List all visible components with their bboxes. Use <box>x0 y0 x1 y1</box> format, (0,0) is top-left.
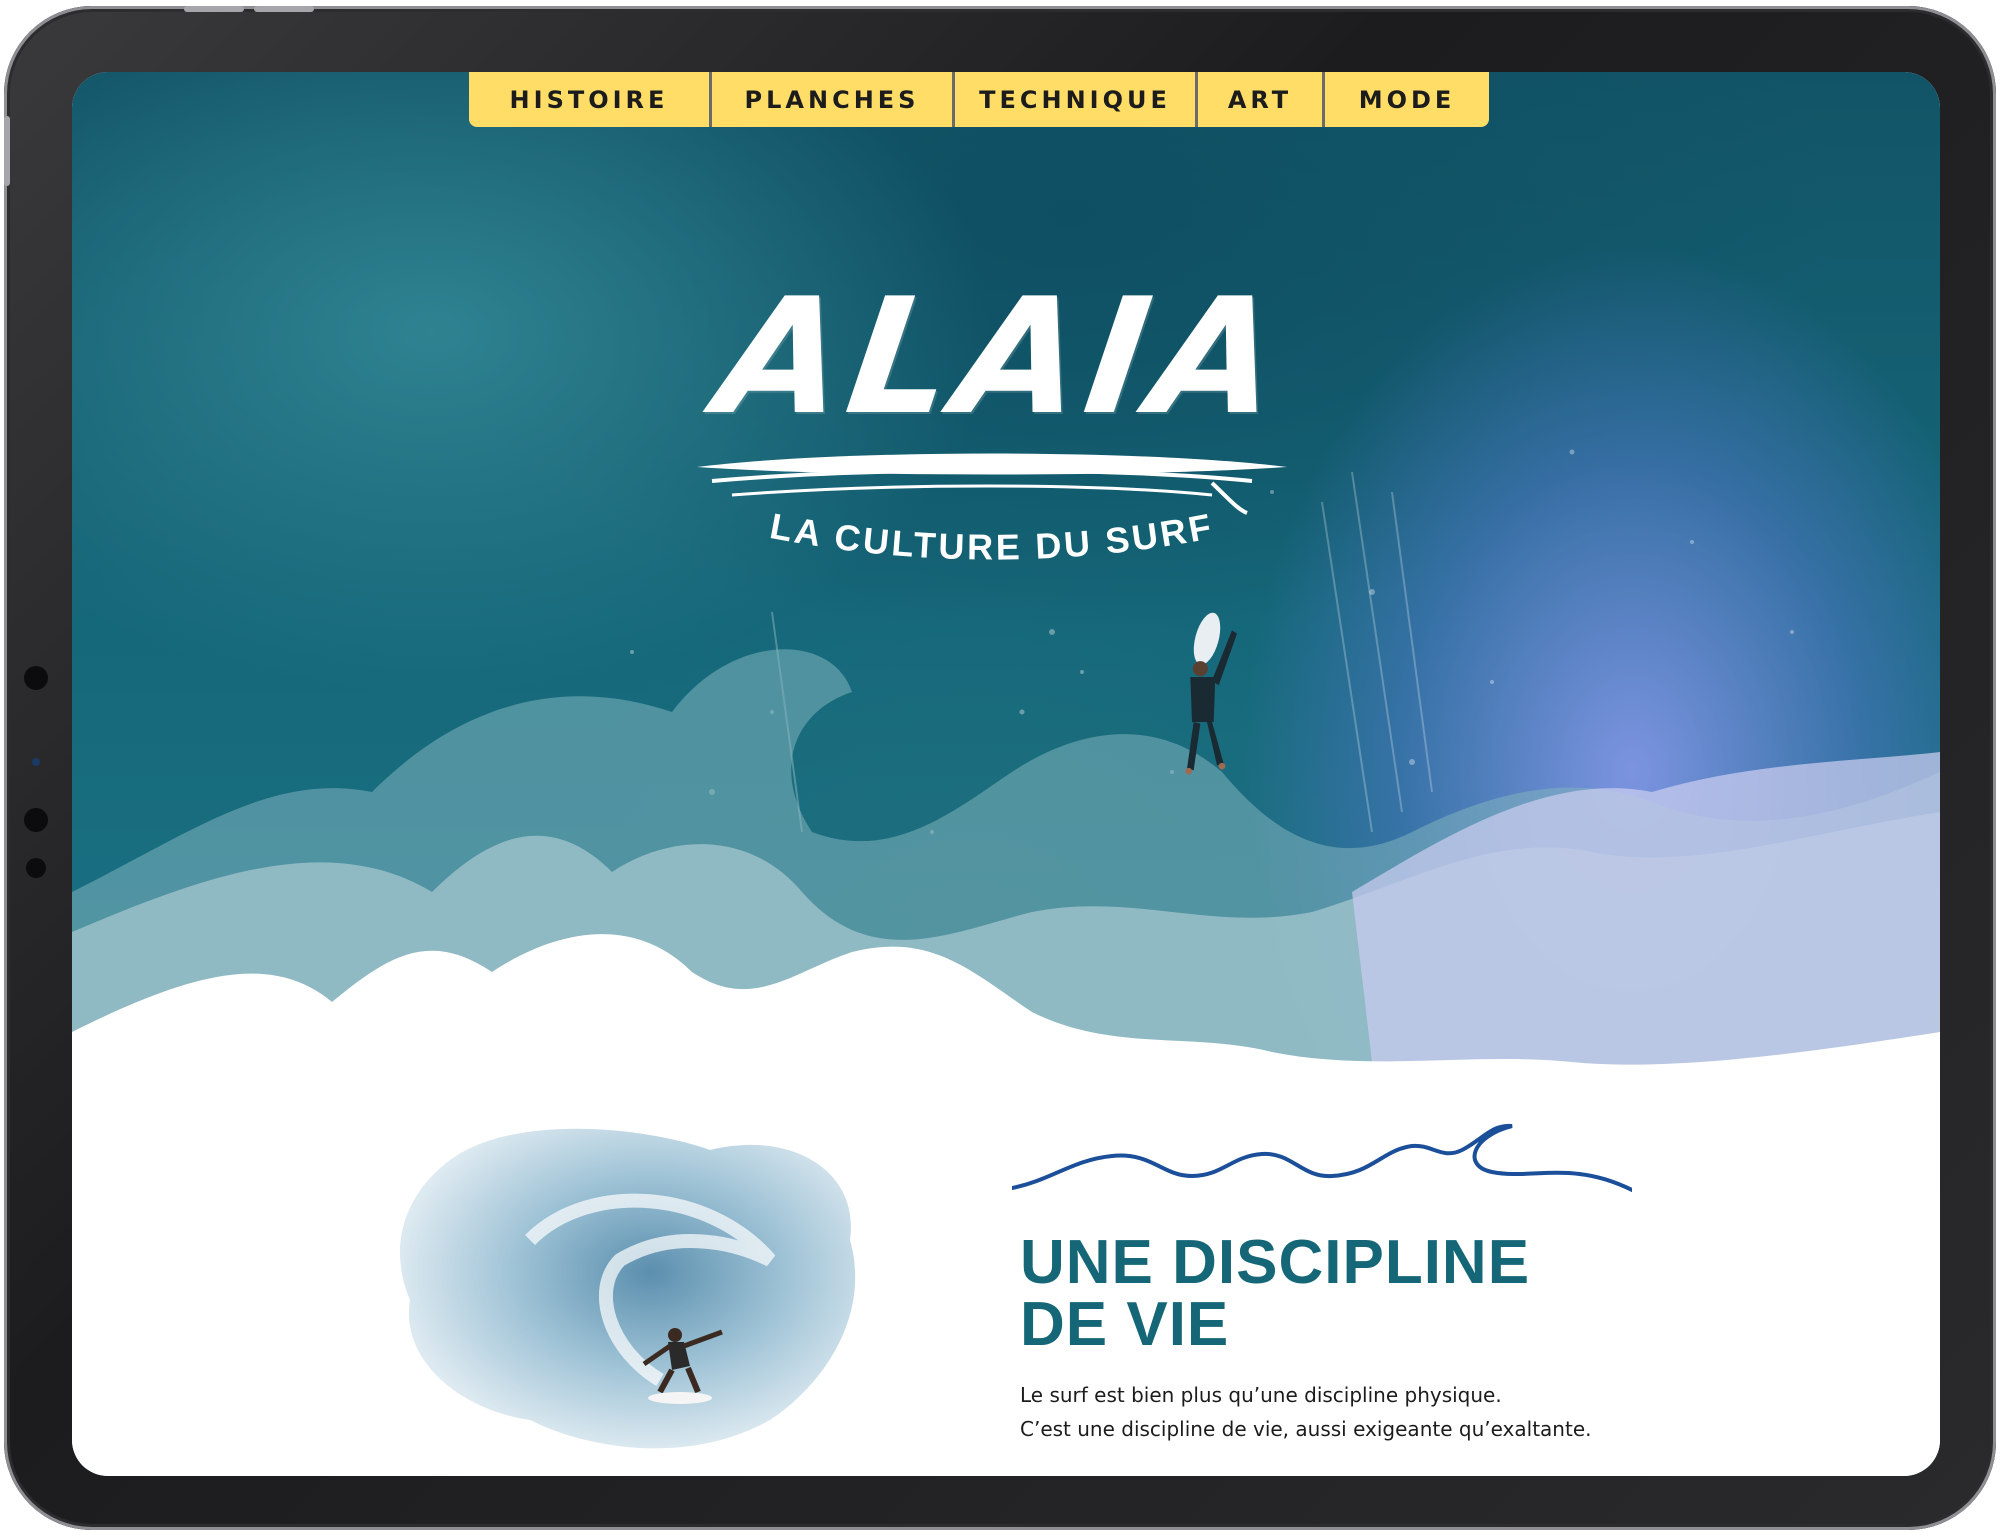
microphone-icon <box>24 808 48 832</box>
wave-line-icon <box>1012 1123 1632 1192</box>
sensor-dot-2 <box>26 858 46 878</box>
nav-item-planches[interactable]: PLANCHES <box>712 72 955 127</box>
nav-item-mode[interactable]: MODE <box>1325 72 1489 127</box>
surf-photo <box>399 1128 856 1449</box>
main-nav: HISTOIRE PLANCHES TECHNIQUE ART MODE <box>469 72 1489 127</box>
tagline-arc: LA CULTURE DU SURF <box>767 505 1217 567</box>
surfer-figure <box>1185 612 1237 775</box>
section-body-line2: C’est une discipline de vie, aussi exige… <box>1020 1417 1592 1441</box>
section-body: Le surf est bien plus qu’une discipline … <box>1020 1378 1800 1446</box>
section-body-line1: Le surf est bien plus qu’une discipline … <box>1020 1383 1502 1407</box>
logo-text: ALAIA <box>707 263 1297 450</box>
top-button <box>184 6 244 12</box>
nav-item-art[interactable]: ART <box>1198 72 1325 127</box>
purple-foam <box>1352 752 1940 1072</box>
nav-item-histoire[interactable]: HISTOIRE <box>469 72 712 127</box>
section-title-line2: DE VIE <box>1020 1290 1230 1359</box>
side-button <box>4 116 10 186</box>
svg-text:LA CULTURE DU SURF: LA CULTURE DU SURF <box>767 505 1217 567</box>
section-title-line1: UNE DISCIPLINE <box>1020 1228 1531 1297</box>
camera-icon <box>24 666 48 690</box>
top-button-2 <box>254 6 314 12</box>
nav-item-technique[interactable]: TECHNIQUE <box>955 72 1198 127</box>
sensor-dot <box>32 758 40 766</box>
screen: HISTOIRE PLANCHES TECHNIQUE ART MODE ALA… <box>72 72 1940 1476</box>
tablet-frame: HISTOIRE PLANCHES TECHNIQUE ART MODE ALA… <box>4 6 1996 1530</box>
tagline-text: LA CULTURE DU SURF <box>767 505 1214 567</box>
section-title: UNE DISCIPLINE DE VIE <box>1020 1232 1720 1356</box>
